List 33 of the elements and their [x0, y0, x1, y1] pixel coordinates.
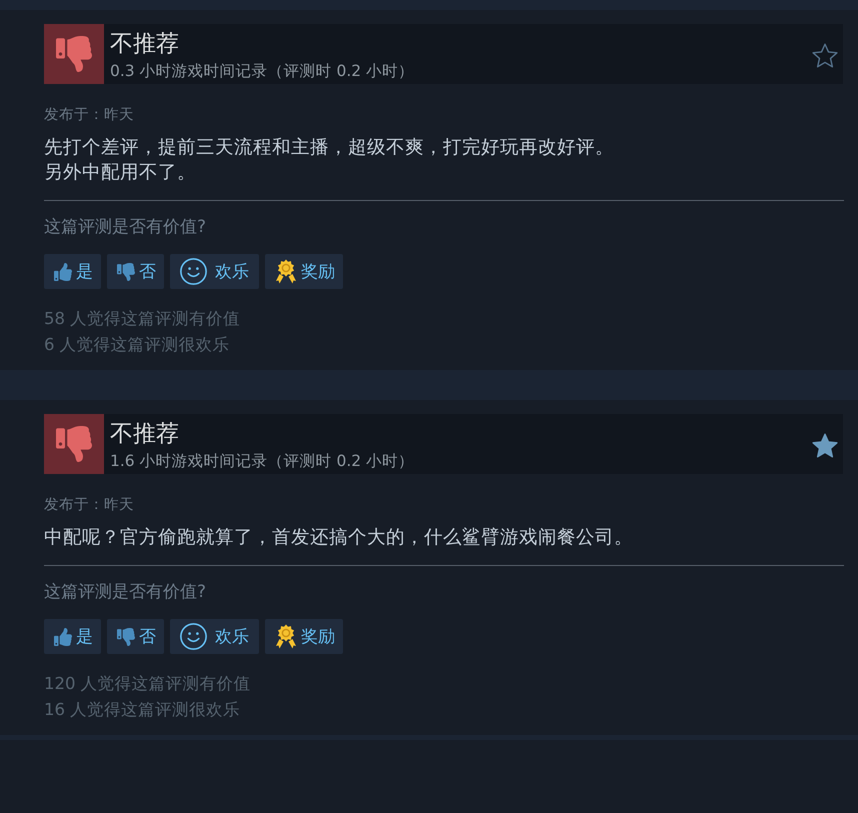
star-icon[interactable]: [812, 42, 838, 68]
vote-count: 58 人觉得这篇评测有价值: [44, 308, 240, 330]
award-button[interactable]: 奖励: [265, 254, 343, 289]
thumbs-down-icon: [117, 262, 135, 280]
vote-count: 16 人觉得这篇评测很欢乐: [44, 699, 240, 721]
smiley-icon: [180, 623, 207, 650]
playtime-text: 1.6 小时游戏时间记录（评测时 0.2 小时）: [110, 451, 414, 472]
smiley-icon: [180, 258, 207, 285]
award-rosette-icon: [275, 624, 297, 649]
posted-date: 发布于：昨天: [44, 106, 134, 124]
helpful-question: 这篇评测是否有价值?: [44, 582, 206, 602]
vote-count: 120 人觉得这篇评测有价值: [44, 673, 251, 695]
award-button[interactable]: 奖励: [265, 619, 343, 654]
helpful-question: 这篇评测是否有价值?: [44, 217, 206, 237]
star-icon[interactable]: [812, 432, 838, 458]
review-text: 中配呢？官方偷跑就算了，首发还搞个大的，什么鲨臂游戏闹餐公司。: [44, 526, 633, 550]
yes-button[interactable]: 是: [44, 254, 101, 289]
thumbs-down-icon: [117, 628, 135, 646]
thumbs-up-icon: [54, 628, 72, 646]
no-button[interactable]: 否: [107, 254, 164, 289]
posted-date: 发布于：昨天: [44, 496, 134, 514]
review-verdict: 不推荐: [110, 420, 179, 448]
review-text: 先打个差评，提前三天流程和主播，超级不爽，打完好玩再改好评。: [44, 136, 614, 160]
thumbs-up-icon: [54, 262, 72, 280]
funny-button[interactable]: 欢乐: [170, 254, 259, 289]
no-button[interactable]: 否: [107, 619, 164, 654]
playtime-text: 0.3 小时游戏时间记录（评测时 0.2 小时）: [110, 61, 414, 82]
yes-button[interactable]: 是: [44, 619, 101, 654]
review-verdict: 不推荐: [110, 30, 179, 58]
vote-count: 6 人觉得这篇评测很欢乐: [44, 334, 230, 356]
funny-button[interactable]: 欢乐: [170, 619, 259, 654]
review-text: 另外中配用不了。: [44, 161, 196, 185]
award-rosette-icon: [275, 259, 297, 284]
